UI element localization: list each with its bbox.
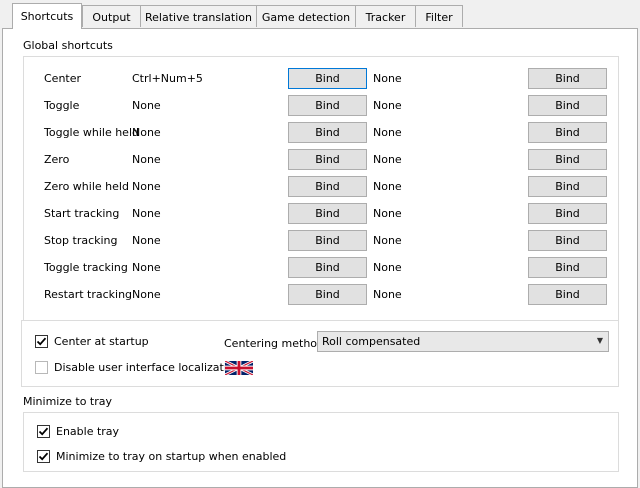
- enable-tray-label[interactable]: Enable tray: [56, 425, 119, 438]
- global-shortcuts-group: Center Ctrl+Num+5 Bind None Bind Toggle None Bi…: [23, 56, 619, 343]
- shortcut-name-toggle: Toggle: [44, 99, 80, 112]
- shortcut-name-zero-while-held: Zero while held: [44, 180, 129, 193]
- bind-button-2-start-tracking[interactable]: Bind: [528, 203, 607, 224]
- center-at-startup-checkbox[interactable]: [35, 335, 48, 348]
- shortcut-key2-start-tracking: None: [373, 207, 402, 220]
- tab-filter[interactable]: Filter: [415, 5, 463, 27]
- centering-method-dropdown[interactable]: Roll compensated ▼: [317, 331, 609, 352]
- disable-localization-label[interactable]: Disable user interface localization: [54, 361, 241, 374]
- bind-button-2-restart-tracking[interactable]: Bind: [528, 284, 607, 305]
- shortcut-key1-zero-while-held: None: [132, 180, 161, 193]
- shortcut-name-stop-tracking: Stop tracking: [44, 234, 118, 247]
- centering-method-value: Roll compensated: [322, 335, 421, 348]
- bind-button-1-zero[interactable]: Bind: [288, 149, 367, 170]
- tab-output[interactable]: Output: [82, 5, 141, 27]
- shortcut-key1-center: Ctrl+Num+5: [132, 72, 203, 85]
- shortcut-name-toggle-tracking: Toggle tracking: [44, 261, 128, 274]
- bind-button-2-center[interactable]: Bind: [528, 68, 607, 89]
- bind-button-1-start-tracking[interactable]: Bind: [288, 203, 367, 224]
- shortcut-name-zero: Zero: [44, 153, 70, 166]
- shortcut-key1-toggle-while-held: None: [132, 126, 161, 139]
- tab-game-detection[interactable]: Game detection: [256, 5, 356, 27]
- shortcut-key1-start-tracking: None: [132, 207, 161, 220]
- bind-button-1-stop-tracking[interactable]: Bind: [288, 230, 367, 251]
- enable-tray-checkbox[interactable]: [37, 425, 50, 438]
- centering-method-label: Centering method: [224, 337, 325, 350]
- shortcut-key2-zero: None: [373, 153, 402, 166]
- center-at-startup-label[interactable]: Center at startup: [54, 335, 149, 348]
- bind-button-1-toggle[interactable]: Bind: [288, 95, 367, 116]
- shortcut-key1-restart-tracking: None: [132, 288, 161, 301]
- bind-button-2-toggle[interactable]: Bind: [528, 95, 607, 116]
- bind-button-2-zero[interactable]: Bind: [528, 149, 607, 170]
- bind-button-1-center[interactable]: Bind: [288, 68, 367, 89]
- bind-button-1-zero-while-held[interactable]: Bind: [288, 176, 367, 197]
- shortcut-key1-toggle-tracking: None: [132, 261, 161, 274]
- bind-button-1-toggle-tracking[interactable]: Bind: [288, 257, 367, 278]
- tab-tracker[interactable]: Tracker: [355, 5, 416, 27]
- shortcut-name-restart-tracking: Restart tracking: [44, 288, 133, 301]
- shortcut-key1-toggle: None: [132, 99, 161, 112]
- disable-localization-checkbox[interactable]: [35, 361, 48, 374]
- shortcut-key1-zero: None: [132, 153, 161, 166]
- options-group: Center at startup Centering method Roll …: [21, 320, 619, 387]
- uk-flag-icon: [224, 359, 254, 377]
- bind-button-1-restart-tracking[interactable]: Bind: [288, 284, 367, 305]
- bind-button-2-zero-while-held[interactable]: Bind: [528, 176, 607, 197]
- shortcut-key1-stop-tracking: None: [132, 234, 161, 247]
- tab-shortcuts[interactable]: Shortcuts: [12, 3, 82, 29]
- minimize-to-tray-title: Minimize to tray: [23, 395, 113, 408]
- minimize-on-startup-checkbox[interactable]: [37, 450, 50, 463]
- shortcut-key2-center: None: [373, 72, 402, 85]
- tab-relative-translation[interactable]: Relative translation: [140, 5, 257, 27]
- bind-button-2-toggle-while-held[interactable]: Bind: [528, 122, 607, 143]
- bind-button-2-stop-tracking[interactable]: Bind: [528, 230, 607, 251]
- chevron-down-icon: ▼: [596, 336, 603, 345]
- shortcut-name-start-tracking: Start tracking: [44, 207, 120, 220]
- shortcut-key2-toggle-tracking: None: [373, 261, 402, 274]
- tray-group: Enable tray Minimize to tray on startup …: [23, 412, 619, 472]
- shortcut-key2-stop-tracking: None: [373, 234, 402, 247]
- bind-button-1-toggle-while-held[interactable]: Bind: [288, 122, 367, 143]
- bind-button-2-toggle-tracking[interactable]: Bind: [528, 257, 607, 278]
- global-shortcuts-title: Global shortcuts: [23, 39, 113, 52]
- shortcut-name-toggle-while-held: Toggle while held: [44, 126, 139, 139]
- shortcut-key2-zero-while-held: None: [373, 180, 402, 193]
- shortcut-name-center: Center: [44, 72, 82, 85]
- tab-bar: Shortcuts Output Relative translation Ga…: [0, 0, 640, 29]
- shortcut-key2-toggle: None: [373, 99, 402, 112]
- shortcut-key2-toggle-while-held: None: [373, 126, 402, 139]
- shortcuts-panel: Global shortcuts Center Ctrl+Num+5 Bind Non…: [2, 28, 638, 488]
- shortcut-key2-restart-tracking: None: [373, 288, 402, 301]
- minimize-on-startup-label[interactable]: Minimize to tray on startup when enabled: [56, 450, 286, 463]
